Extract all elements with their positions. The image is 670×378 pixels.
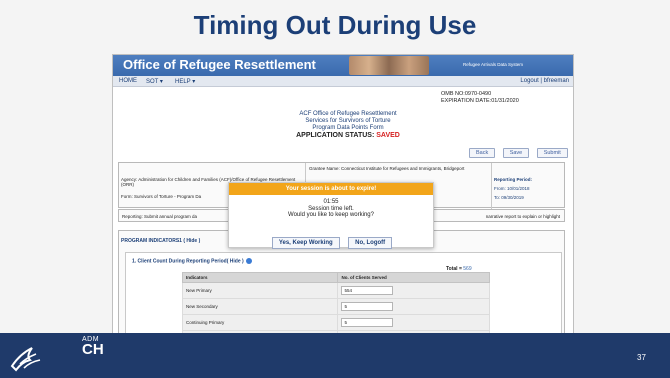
indicator-cell: New Primary xyxy=(181,282,339,299)
menu-home[interactable]: HOME xyxy=(119,78,137,84)
client-count-label: 1. Client Count During Reporting Period(… xyxy=(132,258,244,265)
save-button[interactable]: Save xyxy=(502,148,530,158)
status-label: APPLICATION STATUS: xyxy=(296,132,375,139)
dialog-header: Your session is about to expire! xyxy=(229,183,433,195)
column-header-clients: No. of Clients Served xyxy=(337,272,490,283)
status-value: SAVED xyxy=(376,132,400,139)
period-label: Reporting Period: xyxy=(494,177,532,182)
table-row: New Primary 554 xyxy=(181,282,490,299)
program-indicators-title[interactable]: PROGRAM INDICATORS1 ( Hide ) xyxy=(121,238,200,244)
submit-button[interactable]: Submit xyxy=(536,148,568,158)
slide-title: Timing Out During Use xyxy=(193,10,477,40)
form-text: Form: Survivors of Torture - Program Da xyxy=(121,194,202,199)
form-heading-line: Services for Survivors of Torture xyxy=(305,118,391,124)
indicator-cell: New Secondary xyxy=(181,298,339,315)
period-from: From: 10/01/2018 xyxy=(494,186,530,191)
menu-help[interactable]: HELP ▾ xyxy=(175,78,195,85)
form-heading: ACF Office of Refugee Resettlement Servi… xyxy=(263,111,433,132)
menu-bar: HOME SOT ▾ HELP ▾ Logout | bfreeman xyxy=(113,76,573,87)
grantee-text: Grantee Name: Connecticut Institute for … xyxy=(309,166,465,171)
value-cell: 5 xyxy=(337,298,490,315)
banner-photo xyxy=(349,56,429,75)
dialog-body: 01:55 Session time left. Would you like … xyxy=(229,199,433,219)
logout-link[interactable]: Logout | bfreeman xyxy=(520,78,569,84)
table-row: Continuing Primary 5 xyxy=(181,314,490,331)
form-buttons: Back Save Submit xyxy=(469,141,571,159)
column-header-indicators: Indicators xyxy=(181,272,339,283)
reporting-period: Reporting Period: From: 10/01/2018 To: 0… xyxy=(494,175,532,202)
app-banner: Office of Refugee Resettlement Refugee A… xyxy=(113,55,573,76)
value-cell: 5 xyxy=(337,314,490,331)
clients-input[interactable]: 5 xyxy=(341,318,394,327)
dialog-buttons: Yes, Keep Working No, Logoff xyxy=(229,231,435,249)
back-button[interactable]: Back xyxy=(469,148,496,158)
footer-org: ADM CH xyxy=(82,336,104,357)
session-question: Would you like to keep working? xyxy=(288,212,374,218)
client-count-title[interactable]: 1. Client Count During Reporting Period(… xyxy=(132,258,253,265)
clients-input[interactable]: 554 xyxy=(341,286,394,295)
reporting-left-text: Reporting: Submit annual program da xyxy=(122,214,198,219)
menu-sot[interactable]: SOT ▾ xyxy=(146,78,163,85)
footer-big-text: CH xyxy=(82,341,104,358)
session-expire-dialog: Your session is about to expire! 01:55 S… xyxy=(228,182,435,249)
app-title: Office of Refugee Resettlement xyxy=(123,57,316,72)
form-heading-line: ACF Office of Refugee Resettlement xyxy=(299,111,397,117)
period-to: To: 09/30/2019 xyxy=(494,195,524,200)
value-cell: 554 xyxy=(337,282,490,299)
indicator-cell: Continuing Primary xyxy=(181,314,339,331)
omb-info: OMB NO:0970-0490 EXPIRATION DATE:01/31/2… xyxy=(441,91,519,104)
hhs-eagle-logo-icon xyxy=(10,347,41,372)
logoff-button[interactable]: No, Logoff xyxy=(348,237,393,249)
form-heading-line: Program Data Points Form xyxy=(312,125,384,131)
system-name: Refugee Arrivals Data System xyxy=(463,62,524,67)
reporting-right-text: narrative report to explain or highlight xyxy=(485,214,560,219)
clients-input[interactable]: 5 xyxy=(341,302,394,311)
table-row: New Secondary 5 xyxy=(181,298,490,315)
page-number: 37 xyxy=(637,353,646,362)
keep-working-button[interactable]: Yes, Keep Working xyxy=(271,237,340,249)
application-status: APPLICATION STATUS: SAVED xyxy=(263,132,433,139)
expiration-date: EXPIRATION DATE:01/31/2020 xyxy=(441,97,519,104)
application-screenshot: Office of Refugee Resettlement Refugee A… xyxy=(112,54,574,366)
slide: Timing Out During Use Office of Refugee … xyxy=(0,0,670,378)
help-icon[interactable] xyxy=(246,258,253,264)
